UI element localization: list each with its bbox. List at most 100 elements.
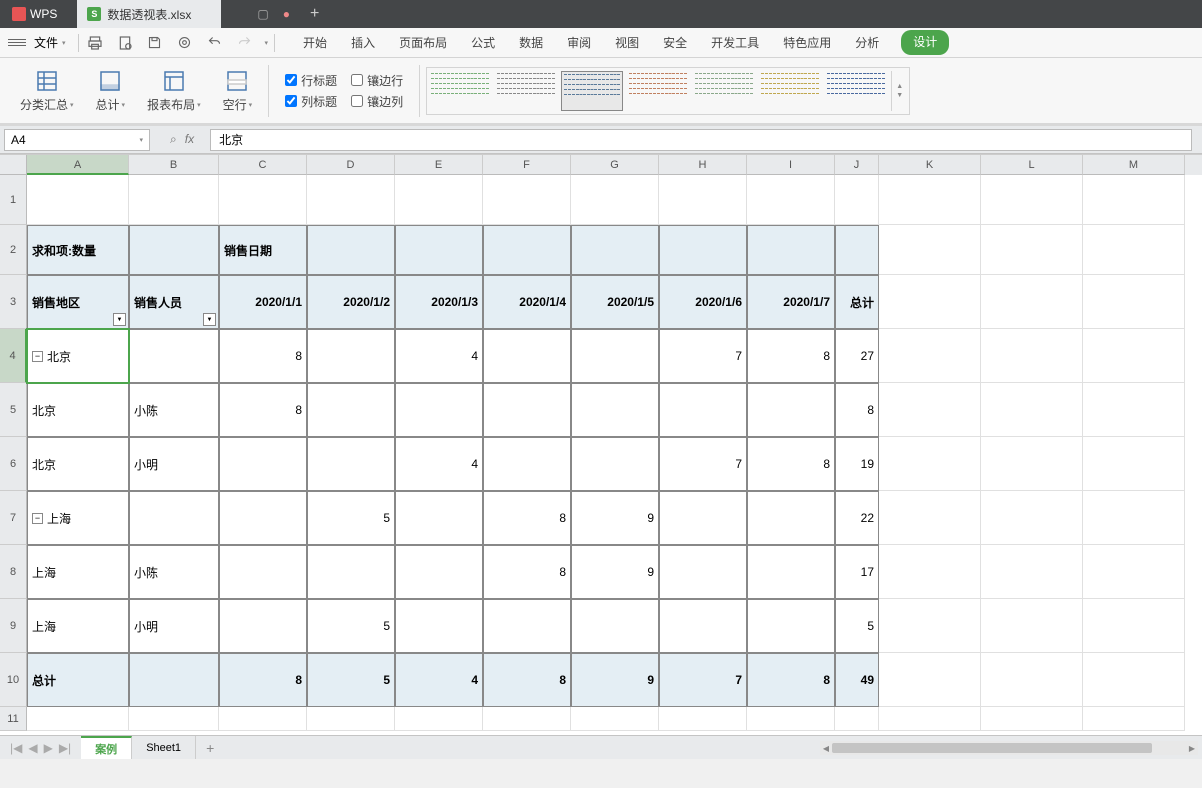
cell-I10[interactable]: 8 bbox=[747, 653, 835, 707]
cell-C7[interactable] bbox=[219, 491, 307, 545]
cell-C10[interactable]: 8 bbox=[219, 653, 307, 707]
cell-J2[interactable] bbox=[835, 225, 879, 275]
tab-analyze[interactable]: 分析 bbox=[853, 30, 881, 55]
chk-bandedrow[interactable]: 镶边行 bbox=[351, 72, 403, 89]
cell-J9[interactable]: 5 bbox=[835, 599, 879, 653]
cell-A3[interactable]: 销售地区▼ bbox=[27, 275, 129, 329]
sheet-tab-2[interactable]: Sheet1 bbox=[132, 736, 196, 760]
cell-B1[interactable] bbox=[129, 175, 219, 225]
cell-G7[interactable]: 9 bbox=[571, 491, 659, 545]
cell-C5[interactable]: 8 bbox=[219, 383, 307, 437]
row-header-5[interactable]: 5 bbox=[0, 383, 27, 437]
cell-G10[interactable]: 9 bbox=[571, 653, 659, 707]
cell-F9[interactable] bbox=[483, 599, 571, 653]
cell-J5[interactable]: 8 bbox=[835, 383, 879, 437]
cell-J7[interactable]: 22 bbox=[835, 491, 879, 545]
cell-G3[interactable]: 2020/1/5 bbox=[571, 275, 659, 329]
cell-L2[interactable] bbox=[981, 225, 1083, 275]
sheet-tab-1[interactable]: 案例 bbox=[81, 736, 132, 760]
cell-L11[interactable] bbox=[981, 707, 1083, 731]
col-header-K[interactable]: K bbox=[879, 155, 981, 175]
cell-M10[interactable] bbox=[1083, 653, 1185, 707]
style-2[interactable] bbox=[495, 71, 557, 111]
search-icon[interactable]: ⌕ bbox=[170, 132, 177, 147]
tab-special[interactable]: 特色应用 bbox=[781, 30, 833, 55]
col-header-M[interactable]: M bbox=[1083, 155, 1185, 175]
chk-colheader[interactable]: 列标题 bbox=[285, 93, 337, 110]
cell-K10[interactable] bbox=[879, 653, 981, 707]
cell-I4[interactable]: 8 bbox=[747, 329, 835, 383]
cell-A6[interactable]: 北京 bbox=[27, 437, 129, 491]
cell-L10[interactable] bbox=[981, 653, 1083, 707]
cell-E7[interactable] bbox=[395, 491, 483, 545]
cell-J10[interactable]: 49 bbox=[835, 653, 879, 707]
tab-review[interactable]: 审阅 bbox=[565, 30, 593, 55]
cell-H5[interactable] bbox=[659, 383, 747, 437]
cell-D6[interactable] bbox=[307, 437, 395, 491]
cell-E1[interactable] bbox=[395, 175, 483, 225]
style-7[interactable] bbox=[825, 71, 887, 111]
file-menu[interactable]: 文件▾ bbox=[28, 32, 72, 53]
row-header-10[interactable]: 10 bbox=[0, 653, 27, 707]
collapse-icon[interactable]: − bbox=[32, 513, 43, 524]
add-tab-button[interactable]: + bbox=[310, 5, 319, 23]
cell-E8[interactable] bbox=[395, 545, 483, 599]
cell-G8[interactable]: 9 bbox=[571, 545, 659, 599]
cell-J8[interactable]: 17 bbox=[835, 545, 879, 599]
cell-M5[interactable] bbox=[1083, 383, 1185, 437]
row-header-9[interactable]: 9 bbox=[0, 599, 27, 653]
cell-A1[interactable] bbox=[27, 175, 129, 225]
hamburger-icon[interactable] bbox=[8, 39, 26, 46]
col-header-I[interactable]: I bbox=[747, 155, 835, 175]
cell-K5[interactable] bbox=[879, 383, 981, 437]
cell-A4[interactable]: −北京 bbox=[27, 329, 129, 383]
cell-B5[interactable]: 小陈 bbox=[129, 383, 219, 437]
cell-M8[interactable] bbox=[1083, 545, 1185, 599]
cell-I3[interactable]: 2020/1/7 bbox=[747, 275, 835, 329]
cell-I6[interactable]: 8 bbox=[747, 437, 835, 491]
cell-A9[interactable]: 上海 bbox=[27, 599, 129, 653]
cell-D2[interactable] bbox=[307, 225, 395, 275]
chk-rowheader[interactable]: 行标题 bbox=[285, 72, 337, 89]
print-preview-icon[interactable] bbox=[115, 33, 135, 53]
horizontal-scrollbar[interactable]: ◀▶ bbox=[820, 741, 1198, 755]
cell-F4[interactable] bbox=[483, 329, 571, 383]
row-header-6[interactable]: 6 bbox=[0, 437, 27, 491]
cell-L1[interactable] bbox=[981, 175, 1083, 225]
subtotal-button[interactable]: 分类汇总▾ bbox=[10, 68, 84, 113]
cell-H3[interactable]: 2020/1/6 bbox=[659, 275, 747, 329]
corner[interactable] bbox=[0, 155, 27, 175]
cell-D7[interactable]: 5 bbox=[307, 491, 395, 545]
undo-icon[interactable] bbox=[205, 33, 225, 53]
cell-B2[interactable] bbox=[129, 225, 219, 275]
blankrow-button[interactable]: 空行▾ bbox=[213, 68, 263, 113]
cell-J1[interactable] bbox=[835, 175, 879, 225]
tab-pagelayout[interactable]: 页面布局 bbox=[397, 30, 449, 55]
cell-A7[interactable]: −上海 bbox=[27, 491, 129, 545]
cell-B3[interactable]: 销售人员▼ bbox=[129, 275, 219, 329]
col-header-F[interactable]: F bbox=[483, 155, 571, 175]
cell-D11[interactable] bbox=[307, 707, 395, 731]
cell-B10[interactable] bbox=[129, 653, 219, 707]
cell-G2[interactable] bbox=[571, 225, 659, 275]
cell-L7[interactable] bbox=[981, 491, 1083, 545]
cell-H1[interactable] bbox=[659, 175, 747, 225]
cell-F8[interactable]: 8 bbox=[483, 545, 571, 599]
cell-C9[interactable] bbox=[219, 599, 307, 653]
cell-G11[interactable] bbox=[571, 707, 659, 731]
cell-F11[interactable] bbox=[483, 707, 571, 731]
cell-L9[interactable] bbox=[981, 599, 1083, 653]
gallery-scroll[interactable]: ▲▼ bbox=[891, 71, 907, 111]
cell-E6[interactable]: 4 bbox=[395, 437, 483, 491]
col-header-B[interactable]: B bbox=[129, 155, 219, 175]
col-header-A[interactable]: A bbox=[27, 155, 129, 175]
file-tab[interactable]: S 数据透视表.xlsx bbox=[77, 0, 221, 28]
cell-H6[interactable]: 7 bbox=[659, 437, 747, 491]
col-header-G[interactable]: G bbox=[571, 155, 659, 175]
col-header-E[interactable]: E bbox=[395, 155, 483, 175]
layout-button[interactable]: 报表布局▾ bbox=[137, 68, 211, 113]
cell-J3[interactable]: 总计 bbox=[835, 275, 879, 329]
cell-D4[interactable] bbox=[307, 329, 395, 383]
col-header-D[interactable]: D bbox=[307, 155, 395, 175]
cell-C3[interactable]: 2020/1/1 bbox=[219, 275, 307, 329]
